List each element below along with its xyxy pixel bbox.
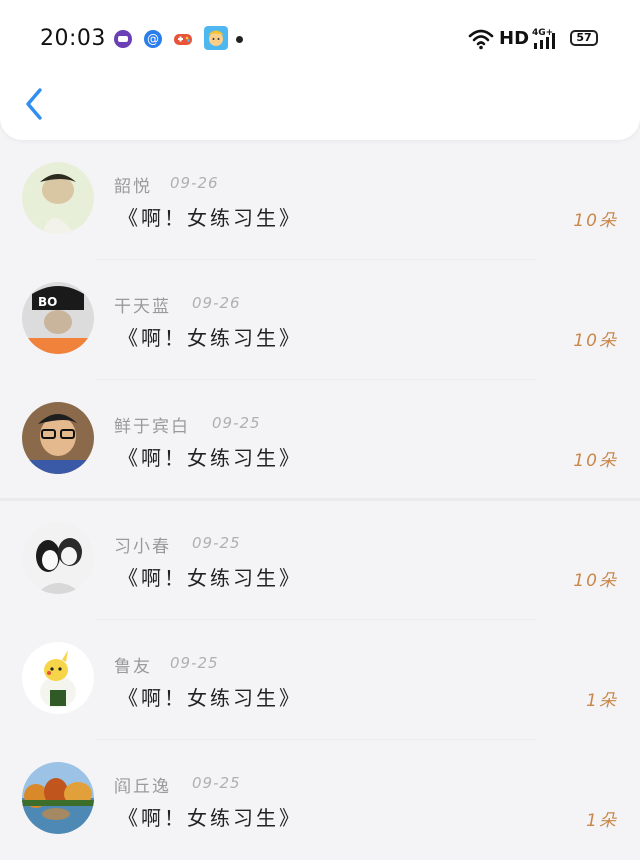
book-title: 《啊！女练习生》 xyxy=(118,806,302,830)
gift-date: 09-25 xyxy=(212,414,261,432)
user-name: 阎丘逸 xyxy=(114,777,171,797)
list-item[interactable]: 习小春 09-25 《啊！女练习生》 10朵 xyxy=(0,500,640,620)
book-title: 《啊！女练习生》 xyxy=(118,566,302,590)
flower-count: 1朵 xyxy=(586,811,618,831)
wifi-icon xyxy=(468,29,494,50)
network-type-label: HD xyxy=(499,28,530,49)
flower-count: 1朵 xyxy=(586,691,618,711)
gift-record-list: 韶悦 09-26 《啊！女练习生》 10朵 BO 干天蓝 09-26 《啊！女练… xyxy=(0,140,640,860)
user-name: 韶悦 xyxy=(114,177,152,197)
gift-date: 09-26 xyxy=(170,174,219,192)
user-name: 干天蓝 xyxy=(114,297,171,317)
user-avatar[interactable] xyxy=(22,162,94,234)
signal-label: 4G+ xyxy=(532,28,553,38)
status-time: 20:03 xyxy=(40,26,106,51)
book-title: 《啊！女练习生》 xyxy=(118,206,302,230)
gift-date: 09-25 xyxy=(170,654,219,672)
book-title: 《啊！女练习生》 xyxy=(118,446,302,470)
email-icon: @ xyxy=(144,30,162,48)
flower-count: 10朵 xyxy=(573,211,618,231)
book-title: 《啊！女练习生》 xyxy=(118,326,302,350)
flower-count: 10朵 xyxy=(573,451,618,471)
user-name: 鲁友 xyxy=(114,657,152,677)
user-name: 鲜于宾白 xyxy=(114,417,190,437)
list-item[interactable]: 韶悦 09-26 《啊！女练习生》 10朵 xyxy=(0,140,640,260)
cartoon-avatar-icon xyxy=(204,26,228,50)
top-bar: 20:03 @ HD 4G+ 57 xyxy=(0,0,640,140)
user-avatar[interactable] xyxy=(22,762,94,834)
user-name: 习小春 xyxy=(114,537,171,557)
svg-text:BO: BO xyxy=(38,295,57,309)
list-item[interactable]: 鲁友 09-25 《啊！女练习生》 1朵 xyxy=(0,620,640,740)
gift-date: 09-25 xyxy=(192,774,241,792)
gift-date: 09-25 xyxy=(192,534,241,552)
list-item[interactable]: 阎丘逸 09-25 《啊！女练习生》 1朵 xyxy=(0,740,640,860)
gift-date: 09-26 xyxy=(192,294,241,312)
battery-indicator: 57 xyxy=(570,30,598,46)
notification-dot xyxy=(236,36,243,43)
svg-text:@: @ xyxy=(147,32,159,46)
user-avatar[interactable]: BO xyxy=(22,282,94,354)
book-title: 《啊！女练习生》 xyxy=(118,686,302,710)
game-controller-icon xyxy=(174,34,192,45)
list-item[interactable]: 鲜于宾白 09-25 《啊！女练习生》 10朵 xyxy=(0,380,640,501)
flower-count: 10朵 xyxy=(573,331,618,351)
purple-app-icon xyxy=(114,30,132,48)
signal-strength-icon: 4G+ xyxy=(532,28,555,49)
user-avatar[interactable] xyxy=(22,522,94,594)
status-bar: 20:03 @ HD 4G+ 57 xyxy=(0,0,640,78)
user-avatar[interactable] xyxy=(22,402,94,474)
back-chevron-icon[interactable] xyxy=(22,86,48,122)
user-avatar[interactable] xyxy=(22,642,94,714)
flower-count: 10朵 xyxy=(573,571,618,591)
list-item[interactable]: BO 干天蓝 09-26 《啊！女练习生》 10朵 xyxy=(0,260,640,380)
